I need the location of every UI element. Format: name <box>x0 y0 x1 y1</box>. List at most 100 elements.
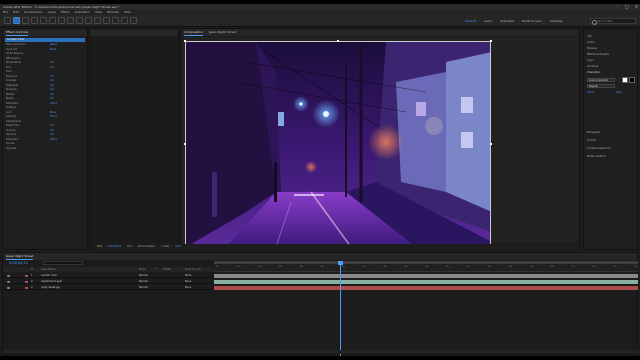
layer-parent[interactable]: None <box>185 285 191 290</box>
pan-behind-tool-icon[interactable] <box>58 17 65 24</box>
time-ruler[interactable]: 0s 01s 02s 03s 04s 05s 06s 07s 08s 09s 10s 11s 12s 13… <box>214 261 638 272</box>
effect-property-value[interactable]: 0.0 <box>50 75 54 79</box>
exposure-value[interactable]: +0.0 <box>175 244 181 250</box>
current-time-indicator-head[interactable] <box>338 261 343 265</box>
transform-handle[interactable] <box>490 40 492 42</box>
effect-property-value[interactable]: None <box>50 48 56 52</box>
motion-sketch-panel-title[interactable]: Motion Sketch <box>587 155 605 158</box>
effect-property-row[interactable]: Shadows 0.0 <box>6 88 86 92</box>
effect-property-row[interactable]: Vignette <box>6 147 86 151</box>
layer-duration-bar[interactable] <box>214 279 638 284</box>
layer-duration-bar[interactable] <box>214 285 638 290</box>
effect-property-value[interactable]: 0.0 <box>50 61 54 65</box>
effect-property-value[interactable]: 100.0 <box>50 102 57 106</box>
effect-property-row[interactable]: Saturation 100.0 <box>6 102 86 106</box>
paragraph-panel-title[interactable]: Paragraph <box>587 131 600 134</box>
footage-frame[interactable] <box>185 41 491 246</box>
font-style-dropdown[interactable]: Regular <box>587 84 615 88</box>
pen-tool-icon[interactable] <box>76 17 83 24</box>
effect-property-value[interactable]: 0.0 <box>50 79 54 83</box>
workspace-libraries[interactable]: Libraries <box>550 17 563 25</box>
camera-dropdown[interactable]: Active Camera <box>138 244 156 250</box>
preview-panel-title[interactable]: Preview <box>587 47 597 50</box>
column-layer-name[interactable]: Layer Name <box>41 267 55 272</box>
layer-parent[interactable]: None <box>185 279 191 284</box>
info-panel-title[interactable]: Info <box>587 35 592 38</box>
home-tool-icon[interactable] <box>4 17 11 24</box>
layer-row[interactable]: 2 Adjustment Layer Normal None <box>3 279 213 284</box>
workspace-learn[interactable]: Learn <box>484 17 492 25</box>
rotate-tool-icon[interactable] <box>40 17 47 24</box>
tab-composition[interactable]: Composition <box>184 29 203 36</box>
workspace-small-screen[interactable]: Small Screen <box>522 17 542 25</box>
effect-property-value[interactable]: 0.0 <box>50 133 54 137</box>
roto-brush-tool-icon[interactable] <box>121 17 128 24</box>
layer-label-color[interactable] <box>25 280 28 283</box>
font-family-dropdown[interactable]: Source Sans Pro <box>587 78 615 82</box>
composition-viewer[interactable] <box>181 37 579 247</box>
effect-header[interactable]: Lumetri Color <box>5 38 85 42</box>
effect-property-value[interactable]: 0.0 <box>50 97 54 101</box>
effect-property-row[interactable]: Blacks 0.0 <box>6 97 86 101</box>
effect-property-value[interactable]: None <box>50 111 56 115</box>
type-tool-icon[interactable] <box>85 17 92 24</box>
font-size-value[interactable]: 36 px <box>587 91 594 94</box>
zoom-tool-icon[interactable] <box>31 17 38 24</box>
resolution-dropdown[interactable]: Full <box>127 244 131 250</box>
align-panel-title[interactable]: Align <box>587 59 594 62</box>
layer-name[interactable]: Adjustment Layer <box>41 279 62 284</box>
visibility-eye-icon[interactable] <box>7 274 10 277</box>
effect-property-value[interactable]: 100.0 <box>50 138 57 142</box>
composition-name[interactable]: Japan Night Street <box>209 29 236 36</box>
effect-property-value[interactable]: 100.0 <box>50 115 57 119</box>
effect-property-row[interactable]: Sharpen 0.0 <box>6 129 86 133</box>
effect-property-row[interactable]: Faded Film 0.0 <box>6 124 86 128</box>
effect-property-row[interactable]: Exposure 0.0 <box>6 75 86 79</box>
layer-search-input[interactable] <box>43 261 83 265</box>
character-panel-title[interactable]: Character <box>587 71 600 74</box>
clone-tool-icon[interactable] <box>103 17 110 24</box>
libraries-panel-title[interactable]: Libraries <box>587 65 598 68</box>
effect-property-value[interactable]: 0.0 <box>50 124 54 128</box>
effect-property-value[interactable]: 0.0 <box>50 88 54 92</box>
shape-tool-icon[interactable] <box>67 17 74 24</box>
effect-property-row[interactable]: Adjustments <box>6 120 86 124</box>
views-dropdown[interactable]: 1 View <box>161 244 169 250</box>
effect-property-row[interactable]: Basic Correction Reset <box>6 43 86 47</box>
hand-tool-icon[interactable] <box>22 17 29 24</box>
timeline-timecode[interactable]: 0;00;04;12 <box>9 261 28 265</box>
current-time-indicator[interactable] <box>340 261 341 356</box>
effect-property-row[interactable]: Saturation 100.0 <box>6 138 86 142</box>
visibility-eye-icon[interactable] <box>7 280 10 283</box>
effect-property-value[interactable]: 0.0 <box>50 84 54 88</box>
effect-property-row[interactable]: WB Selector <box>6 57 86 61</box>
layer-label-color[interactable] <box>25 286 28 289</box>
camera-tool-icon[interactable] <box>49 17 56 24</box>
selection-tool-icon[interactable] <box>13 17 20 24</box>
brush-tool-icon[interactable] <box>94 17 101 24</box>
effect-property-row[interactable]: Temperature 0.0 <box>6 61 86 65</box>
visibility-eye-icon[interactable] <box>7 286 10 289</box>
stroke-color-swatch[interactable] <box>629 77 635 83</box>
effect-property-value[interactable]: 0.0 <box>50 129 54 133</box>
layer-blend-mode[interactable]: Normal <box>139 285 148 290</box>
effect-property-row[interactable]: Creative <box>6 106 86 110</box>
tab-timeline[interactable]: Japan Night Street <box>6 253 34 260</box>
effect-property-row[interactable]: Look None <box>6 111 86 115</box>
layer-duration-bar[interactable] <box>214 273 638 278</box>
effect-property-value[interactable]: 0.0 <box>50 66 54 70</box>
effect-property-row[interactable]: White Balance <box>6 52 86 56</box>
effect-property-row[interactable]: Curves <box>6 142 86 146</box>
audio-panel-title[interactable]: Audio <box>587 41 594 44</box>
tab-effect-controls[interactable]: Effect Controls <box>6 29 28 36</box>
eraser-tool-icon[interactable] <box>112 17 119 24</box>
work-area-bar[interactable] <box>214 261 638 264</box>
layer-blend-mode[interactable]: Normal <box>139 273 148 278</box>
tracker-panel-title[interactable]: Tracker <box>587 139 596 142</box>
content-aware-fill-panel-title[interactable]: Content-Aware Fill <box>587 147 610 150</box>
layer-name[interactable]: night_street.jpg <box>41 285 60 290</box>
effects-presets-panel-title[interactable]: Effects & Presets <box>587 53 609 56</box>
transform-handle[interactable] <box>184 40 186 42</box>
effect-property-row[interactable]: Whites 0.0 <box>6 93 86 97</box>
transform-handle[interactable] <box>490 143 492 145</box>
